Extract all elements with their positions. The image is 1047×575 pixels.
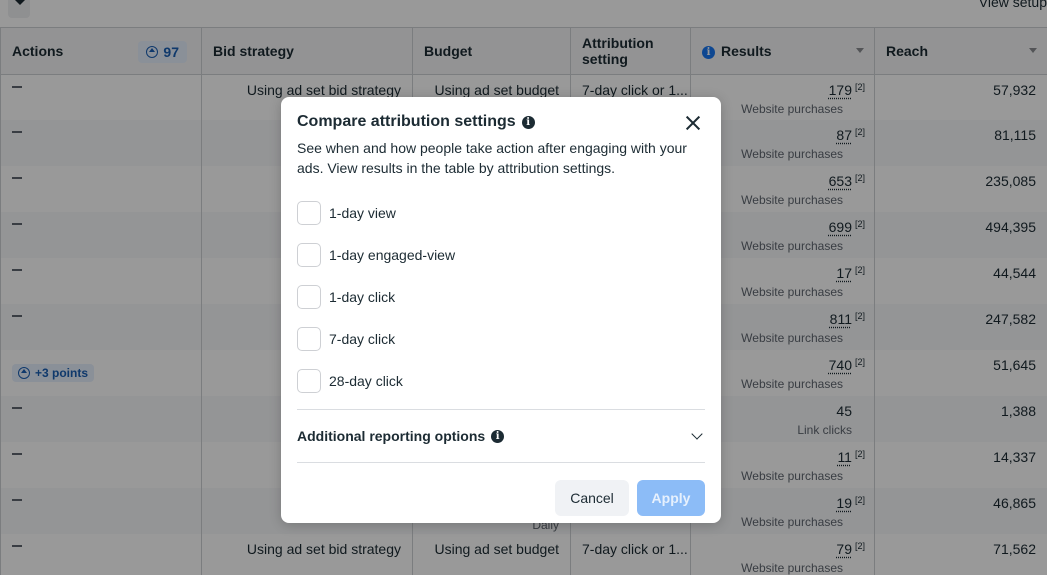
option-28-day-click[interactable]: 28-day click [297,369,455,393]
divider [297,462,705,463]
attribution-options-list: 1-day view 1-day engaged-view 1-day clic… [297,201,455,411]
option-7-day-click[interactable]: 7-day click [297,327,455,351]
checkbox[interactable] [297,243,321,267]
close-icon[interactable] [683,113,703,133]
checkbox[interactable] [297,201,321,225]
chevron-down-icon [691,428,703,440]
checkbox[interactable] [297,327,321,351]
compare-attribution-dialog: Compare attribution settings i See when … [281,97,721,523]
dialog-title: Compare attribution settings i [297,113,535,131]
info-icon[interactable]: i [521,115,535,129]
option-1-day-view[interactable]: 1-day view [297,201,455,225]
option-1-day-click[interactable]: 1-day click [297,285,455,309]
apply-button[interactable]: Apply [637,480,705,516]
option-1-day-engaged-view[interactable]: 1-day engaged-view [297,243,455,267]
info-icon[interactable]: i [491,429,505,443]
dialog-description: See when and how people take action afte… [297,140,687,176]
checkbox[interactable] [297,285,321,309]
additional-reporting-options-toggle[interactable]: Additional reporting options i [297,410,705,462]
cancel-button[interactable]: Cancel [555,480,629,516]
checkbox[interactable] [297,369,321,393]
